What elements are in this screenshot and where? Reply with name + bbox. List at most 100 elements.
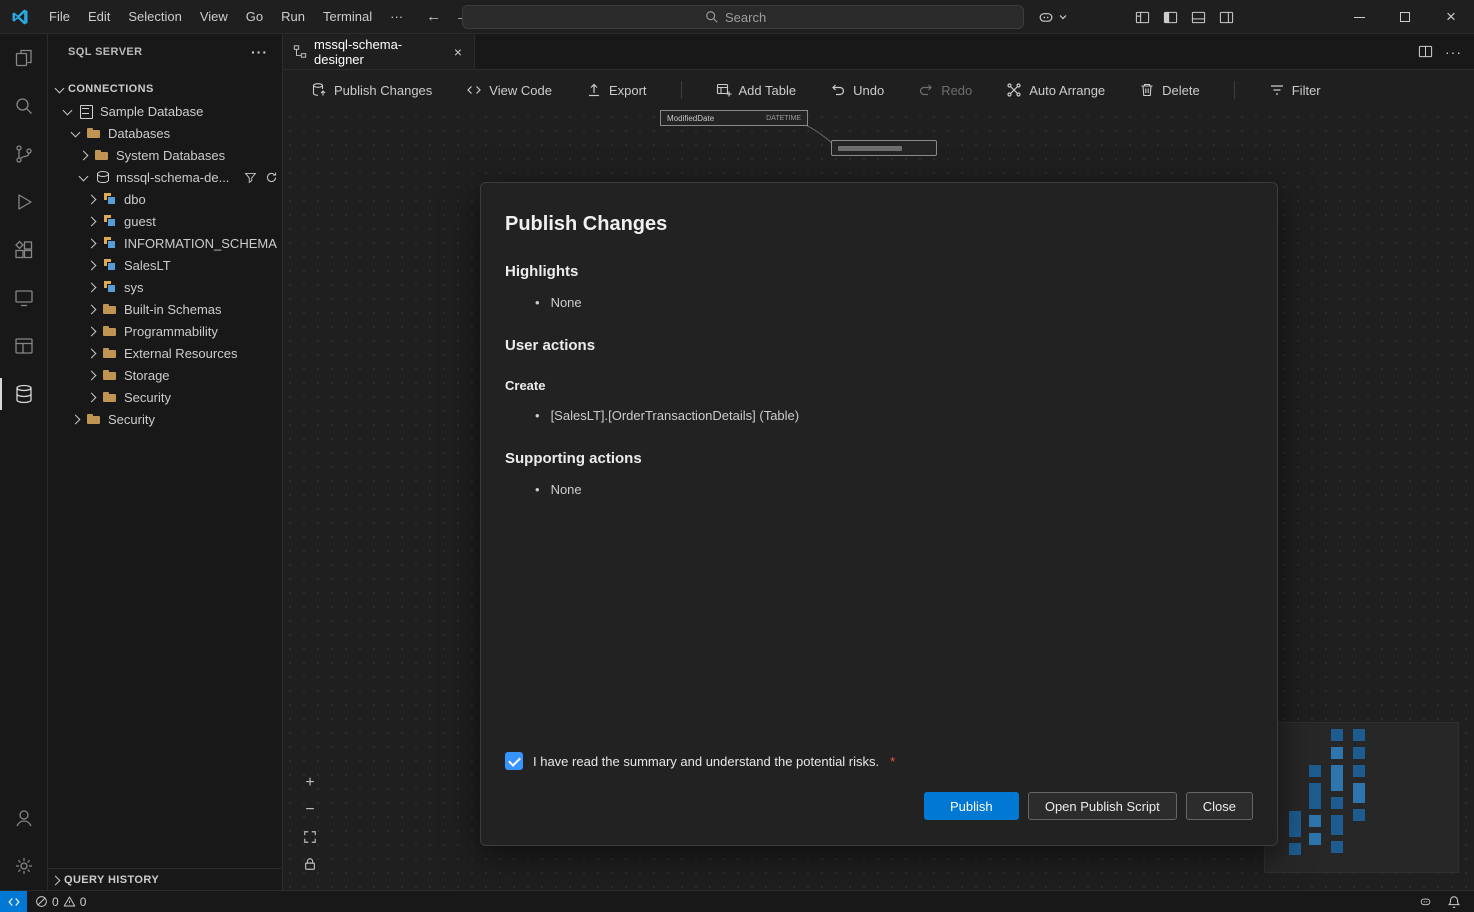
menu-edit[interactable]: Edit <box>79 5 119 28</box>
view-code-button[interactable]: View Code <box>466 82 552 98</box>
add-table-button[interactable]: Add Table <box>716 82 797 98</box>
split-editor-icon[interactable] <box>1418 44 1433 59</box>
activity-extensions[interactable] <box>0 226 48 274</box>
chevron-right-icon <box>76 147 92 163</box>
tree-item-system-databases[interactable]: System Databases <box>48 144 282 166</box>
table-node-fragment[interactable]: ModifiedDate DATETIME <box>660 110 808 126</box>
activity-explorer[interactable] <box>0 34 48 82</box>
menu-go[interactable]: Go <box>237 5 272 28</box>
back-arrow-icon[interactable]: ← <box>426 8 441 25</box>
undo-button[interactable]: Undo <box>830 82 884 98</box>
account-button[interactable] <box>0 794 48 842</box>
bell-icon <box>1447 895 1461 909</box>
refresh-icon[interactable] <box>265 171 278 184</box>
tree-section-connections[interactable]: CONNECTIONS <box>48 78 282 100</box>
minimap-block <box>1353 765 1365 777</box>
filter-button[interactable]: Filter <box>1269 82 1321 98</box>
chevron-down-icon <box>52 81 68 97</box>
tree-item-sample-database[interactable]: Sample Database <box>48 100 282 122</box>
minimap-block <box>1331 815 1343 835</box>
table-node-fragment[interactable] <box>831 140 937 156</box>
sidebar-more-actions[interactable]: ··· <box>245 44 274 60</box>
tree-item-saleslt[interactable]: SalesLT <box>48 254 282 276</box>
folder-icon <box>102 323 118 339</box>
undo-icon <box>830 82 846 98</box>
notifications-button[interactable] <box>1442 891 1466 912</box>
minimap-block <box>1353 729 1365 741</box>
error-icon <box>35 895 48 908</box>
redo-icon <box>918 82 934 98</box>
tree-item-sys[interactable]: sys <box>48 276 282 298</box>
activity-remote-explorer[interactable] <box>0 274 48 322</box>
minimap[interactable] <box>1265 723 1458 872</box>
risk-checkbox[interactable] <box>505 752 523 770</box>
risk-checkbox-label: I have read the summary and understand t… <box>533 754 879 769</box>
customize-layout-icon[interactable] <box>1135 10 1150 25</box>
minimize-button[interactable] <box>1336 0 1382 34</box>
files-icon <box>12 46 36 70</box>
close-window-button[interactable]: × <box>1428 0 1474 34</box>
tree-item-security-server[interactable]: Security <box>48 408 282 430</box>
tree-item-storage[interactable]: Storage <box>48 364 282 386</box>
export-button[interactable]: Export <box>586 82 647 98</box>
copilot-menu[interactable] <box>1036 5 1068 29</box>
menu-selection[interactable]: Selection <box>119 5 190 28</box>
remote-indicator[interactable] <box>0 891 27 912</box>
activity-table-explorer[interactable] <box>0 322 48 370</box>
copilot-status-button[interactable] <box>1413 891 1438 912</box>
editor-more-actions[interactable]: ··· <box>1445 44 1462 60</box>
activity-source-control[interactable] <box>0 130 48 178</box>
risk-acknowledgement-row[interactable]: I have read the summary and understand t… <box>505 752 1253 770</box>
tree-item-information-schema[interactable]: INFORMATION_SCHEMA <box>48 232 282 254</box>
auto-arrange-button[interactable]: Auto Arrange <box>1006 82 1105 98</box>
redo-button[interactable]: Redo <box>918 82 972 98</box>
tree-item-guest[interactable]: guest <box>48 210 282 232</box>
publish-button[interactable]: Publish <box>924 792 1019 820</box>
menu-run[interactable]: Run <box>272 5 314 28</box>
open-publish-script-button[interactable]: Open Publish Script <box>1028 792 1177 820</box>
tree-item-mssql-schema-database[interactable]: mssql-schema-de... <box>48 166 282 188</box>
delete-button[interactable]: Delete <box>1139 82 1200 98</box>
activity-sql-server[interactable] <box>0 370 48 418</box>
zoom-in-button[interactable]: + <box>301 774 319 792</box>
tree-item-external-resources[interactable]: External Resources <box>48 342 282 364</box>
chevron-down-icon <box>1058 12 1068 22</box>
tree-item-built-in-schemas[interactable]: Built-in Schemas <box>48 298 282 320</box>
required-marker: * <box>890 754 895 769</box>
publish-changes-button[interactable]: Publish Changes <box>311 82 432 98</box>
tree-item-dbo[interactable]: dbo <box>48 188 282 210</box>
command-search-box[interactable] <box>462 5 1024 29</box>
problems-indicator[interactable]: 0 0 <box>27 891 94 912</box>
schema-icon <box>102 191 118 207</box>
menu-view[interactable]: View <box>191 5 237 28</box>
tab-close-icon[interactable]: × <box>450 43 466 61</box>
tab-mssql-schema-designer[interactable]: mssql-schema-designer × <box>283 34 475 69</box>
zoom-fit-button[interactable] <box>301 828 319 846</box>
menu-overflow[interactable]: ··· <box>381 5 412 28</box>
tab-label: mssql-schema-designer <box>314 37 443 67</box>
connections-tree: CONNECTIONS Sample Database Databases Sy… <box>48 78 282 430</box>
activity-search[interactable] <box>0 82 48 130</box>
toggle-panel-icon[interactable] <box>1191 10 1206 25</box>
toggle-primary-sidebar-icon[interactable] <box>1163 10 1178 25</box>
tree-item-databases[interactable]: Databases <box>48 122 282 144</box>
activity-bar <box>0 34 48 890</box>
activity-run-debug[interactable] <box>0 178 48 226</box>
vscode-window: File Edit Selection View Go Run Terminal… <box>0 0 1474 912</box>
settings-button[interactable] <box>0 842 48 890</box>
query-history-section[interactable]: QUERY HISTORY <box>48 868 282 890</box>
search-input[interactable] <box>725 10 781 25</box>
lock-button[interactable] <box>301 855 319 873</box>
warning-count: 0 <box>80 895 87 909</box>
chevron-down-icon <box>68 125 84 141</box>
schema-icon <box>102 235 118 251</box>
menu-terminal[interactable]: Terminal <box>314 5 381 28</box>
tree-item-security-db[interactable]: Security <box>48 386 282 408</box>
toggle-secondary-sidebar-icon[interactable] <box>1219 10 1234 25</box>
filter-icon[interactable] <box>244 171 257 184</box>
zoom-out-button[interactable]: − <box>301 801 319 819</box>
menu-file[interactable]: File <box>40 5 79 28</box>
tree-item-programmability[interactable]: Programmability <box>48 320 282 342</box>
close-button[interactable]: Close <box>1186 792 1253 820</box>
maximize-button[interactable] <box>1382 0 1428 34</box>
